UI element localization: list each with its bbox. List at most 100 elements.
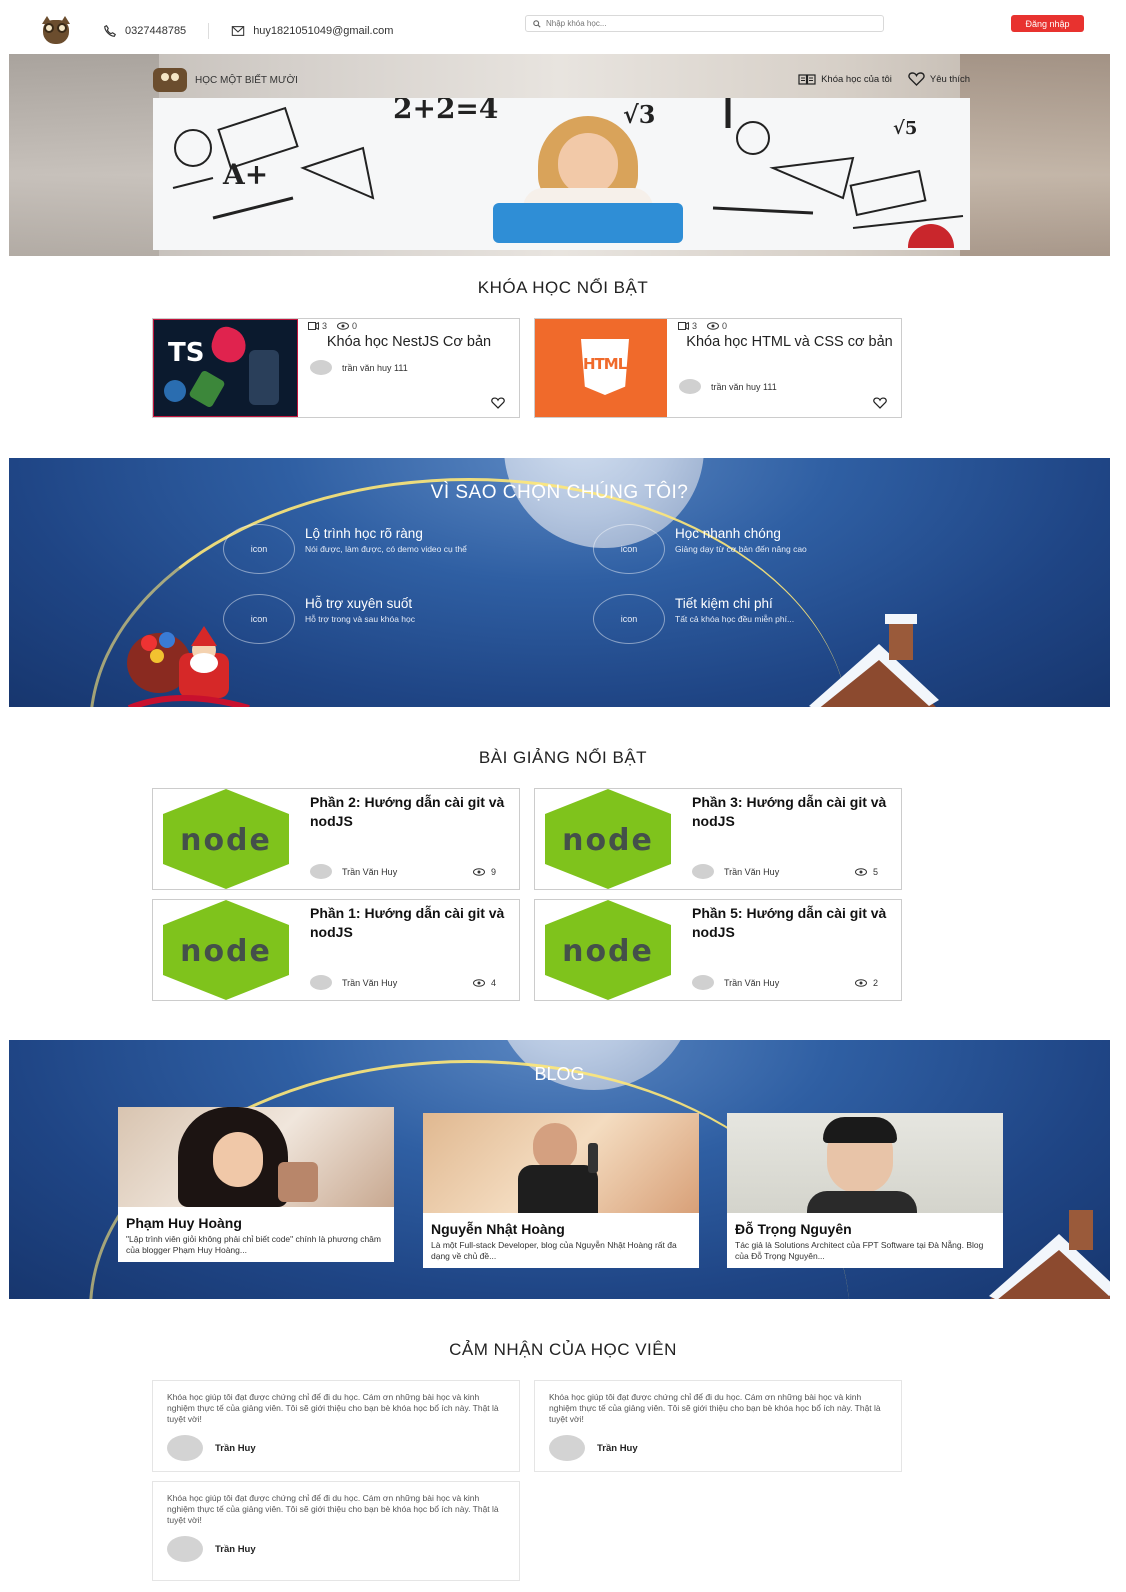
video-count: 3 bbox=[692, 321, 698, 331]
why-item: icon Học nhanh chóng Giảng dạy từ cơ bản… bbox=[593, 524, 933, 576]
girl-reading-illustration bbox=[493, 108, 683, 250]
lesson-views: 5 bbox=[855, 867, 878, 877]
feature-description: Hỗ trợ trong và sau khóa học bbox=[305, 614, 415, 624]
course-card[interactable]: HTML 3 0 Khóa học HTML và CSS cơ bản trầ… bbox=[534, 318, 902, 418]
eye-icon bbox=[337, 322, 350, 330]
avatar bbox=[692, 975, 714, 990]
search-icon bbox=[533, 19, 541, 28]
brand-name: HỌC MỘT BIẾT MƯỜI bbox=[195, 74, 298, 86]
hero-banner: 2+2=4 √3 A+ √5 HỌC MỘT BIẾT MƯỜI Khóa họ… bbox=[9, 54, 1110, 256]
owl-logo-icon bbox=[153, 68, 187, 92]
phone-contact: 0327448785 bbox=[103, 24, 186, 38]
feature-icon: icon bbox=[223, 594, 295, 644]
eye-icon bbox=[473, 979, 485, 987]
blog-author-name[interactable]: Đỗ Trọng Nguyên bbox=[727, 1213, 1003, 1240]
feature-heading: Hỗ trợ xuyên suốt bbox=[305, 596, 413, 611]
blog-card[interactable]: Nguyễn Nhật Hoàng Là một Full-stack Deve… bbox=[423, 1113, 699, 1268]
lesson-card[interactable]: node Phần 1: Hướng dẫn cài git và nodJS … bbox=[152, 899, 520, 1001]
blog-card[interactable]: Phạm Huy Hoàng "Lập trình viên giỏi khôn… bbox=[118, 1107, 394, 1262]
hero-nav: Khóa học của tôi Yêu thích bbox=[782, 72, 970, 86]
doodle-text: √5 bbox=[893, 118, 918, 139]
hero-brand[interactable]: HỌC MỘT BIẾT MƯỜI bbox=[153, 68, 298, 92]
nav-favorites[interactable]: Yêu thích bbox=[908, 72, 970, 86]
lesson-views: 9 bbox=[473, 867, 496, 877]
blog-description: Là một Full-stack Developer, blog của Ng… bbox=[431, 1240, 677, 1261]
lesson-card[interactable]: node Phần 3: Hướng dẫn cài git và nodJS … bbox=[534, 788, 902, 890]
eye-icon bbox=[855, 868, 867, 876]
doodle-text: A+ bbox=[223, 158, 269, 191]
lesson-author: Trần Văn Huy bbox=[310, 864, 397, 879]
avatar bbox=[310, 975, 332, 990]
blog-author-name[interactable]: Nguyễn Nhật Hoàng bbox=[423, 1213, 699, 1240]
lesson-author: Trần Văn Huy bbox=[310, 975, 397, 990]
testimonial-text: Khóa học giúp tôi đạt được chứng chỉ để … bbox=[549, 1392, 881, 1424]
testimonial-card: Khóa học giúp tôi đạt được chứng chỉ để … bbox=[534, 1380, 902, 1472]
blog-section: BLOG Phạm Huy Hoàng "Lập trình viên giỏi… bbox=[9, 1040, 1110, 1299]
course-title[interactable]: Khóa học NestJS Cơ bản bbox=[303, 333, 515, 352]
nav-my-courses[interactable]: Khóa học của tôi bbox=[798, 74, 892, 85]
testimonial-text: Khóa học giúp tôi đạt được chứng chỉ để … bbox=[167, 1392, 499, 1424]
view-count: 9 bbox=[491, 867, 497, 877]
feature-heading: Học nhanh chóng bbox=[675, 526, 781, 541]
avatar bbox=[167, 1435, 203, 1461]
feature-description: Nói được, làm được, có demo video cụ thể bbox=[305, 544, 467, 554]
author-name: Trần Huy bbox=[597, 1442, 638, 1454]
blog-card[interactable]: Đỗ Trọng Nguyên Tác giả là Solutions Arc… bbox=[727, 1113, 1003, 1268]
lesson-views: 4 bbox=[473, 978, 496, 988]
heart-icon[interactable] bbox=[491, 397, 505, 409]
blog-title: BLOG bbox=[534, 1064, 585, 1084]
lesson-title[interactable]: Phần 2: Hướng dẫn cài git và nodJS bbox=[310, 793, 515, 831]
avatar bbox=[692, 864, 714, 879]
search-input[interactable] bbox=[546, 19, 846, 28]
thumb-text: node bbox=[180, 934, 272, 969]
author-name: Trần Văn Huy bbox=[724, 977, 780, 988]
feature-description: Giảng dạy từ cơ bản đến nâng cao bbox=[675, 544, 807, 554]
view-count: 5 bbox=[873, 867, 879, 877]
testimonial-author: Trần Huy bbox=[167, 1536, 256, 1562]
login-button[interactable]: Đăng nhập bbox=[1011, 15, 1084, 32]
author-name: Trần Văn Huy bbox=[724, 866, 780, 877]
nav-label: Khóa học của tôi bbox=[821, 73, 892, 85]
lesson-card[interactable]: node Phần 5: Hướng dẫn cài git và nodJS … bbox=[534, 899, 902, 1001]
author-photo bbox=[727, 1113, 1003, 1213]
why-title: VÌ SAO CHỌN CHÚNG TÔI? bbox=[430, 482, 689, 503]
blog-description: "Lập trình viên giỏi không phải chỉ biết… bbox=[126, 1234, 381, 1255]
author-name: Trần Văn Huy bbox=[342, 977, 398, 988]
view-count: 0 bbox=[352, 321, 358, 331]
lesson-card[interactable]: node Phần 2: Hướng dẫn cài git và nodJS … bbox=[152, 788, 520, 890]
email-address: huy1821051049@gmail.com bbox=[253, 25, 394, 37]
video-icon bbox=[678, 322, 689, 330]
lesson-author: Trần Văn Huy bbox=[692, 975, 779, 990]
course-title[interactable]: Khóa học HTML và CSS cơ bản bbox=[677, 333, 902, 352]
lesson-title[interactable]: Phần 5: Hướng dẫn cài git và nodJS bbox=[692, 904, 897, 942]
testimonial-card: Khóa học giúp tôi đạt được chứng chỉ để … bbox=[152, 1481, 520, 1581]
eye-icon bbox=[473, 868, 485, 876]
avatar bbox=[167, 1536, 203, 1562]
video-count: 3 bbox=[322, 321, 328, 331]
owl-logo-icon[interactable] bbox=[37, 16, 75, 46]
feature-icon: icon bbox=[593, 524, 665, 574]
avatar bbox=[679, 379, 701, 394]
thumb-text: TS bbox=[168, 338, 205, 368]
view-count: 4 bbox=[491, 978, 497, 988]
author-photo bbox=[118, 1107, 394, 1207]
testimonial-card: Khóa học giúp tôi đạt được chứng chỉ để … bbox=[152, 1380, 520, 1472]
course-card[interactable]: TS 3 0 Khóa học NestJS Cơ bản trần văn h… bbox=[152, 318, 520, 418]
hero-rock-right bbox=[960, 54, 1110, 256]
phone-icon bbox=[104, 25, 116, 37]
heart-icon[interactable] bbox=[873, 397, 887, 409]
nodejs-logo-icon: node bbox=[545, 789, 671, 889]
author-photo bbox=[423, 1113, 699, 1213]
mail-icon bbox=[231, 26, 245, 36]
lesson-title[interactable]: Phần 1: Hướng dẫn cài git và nodJS bbox=[310, 904, 515, 942]
view-count: 0 bbox=[722, 321, 728, 331]
blog-author-name[interactable]: Phạm Huy Hoàng bbox=[118, 1207, 394, 1234]
thumb-text: node bbox=[562, 934, 654, 969]
why-item: icon Lộ trình học rõ ràng Nói được, làm … bbox=[223, 524, 563, 576]
why-item: icon Hỗ trợ xuyên suốt Hỗ trợ trong và s… bbox=[223, 594, 563, 646]
author-name: Trần Huy bbox=[215, 1543, 256, 1555]
lesson-title[interactable]: Phần 3: Hướng dẫn cài git và nodJS bbox=[692, 793, 897, 831]
search-box[interactable] bbox=[525, 15, 884, 32]
snowy-house-illustration bbox=[989, 1210, 1110, 1299]
feature-icon: icon bbox=[223, 524, 295, 574]
